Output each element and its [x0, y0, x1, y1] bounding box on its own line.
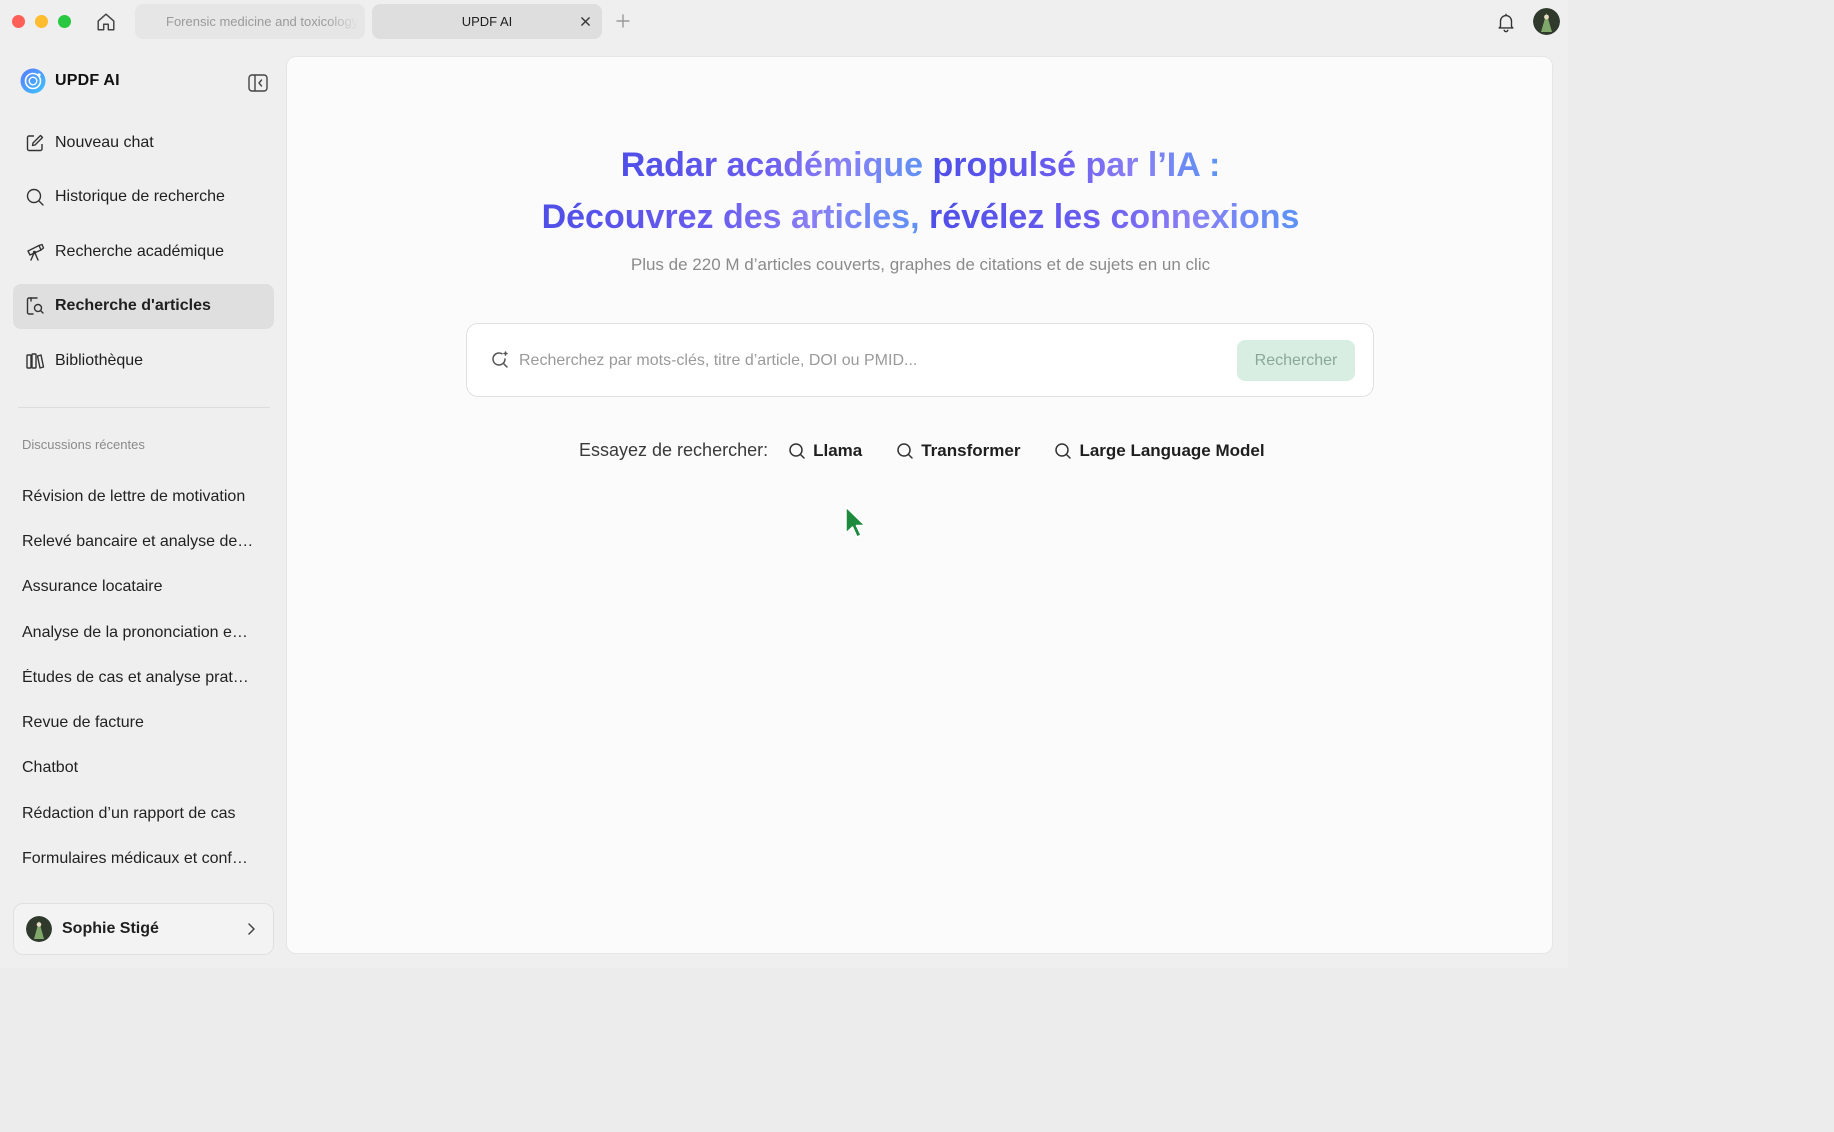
sidebar-divider — [18, 407, 270, 408]
recent-discussions-title: Discussions récentes — [22, 437, 145, 452]
home-button[interactable] — [92, 9, 120, 35]
mouse-cursor-icon — [845, 506, 866, 538]
sidebar-item-search-history[interactable]: Historique de recherche — [13, 175, 274, 220]
list-item[interactable]: Revue de facture — [22, 700, 267, 745]
page-title: Radar académique propulsé par l’IA : Déc… — [287, 139, 1554, 243]
telescope-icon — [25, 242, 45, 262]
home-icon — [97, 13, 115, 31]
suggestion-llama[interactable]: Llama — [788, 441, 862, 461]
tab-updf-ai[interactable]: UPDF AI — [372, 4, 602, 39]
suggestion-large-language-model[interactable]: Large Language Model — [1054, 441, 1265, 461]
search-button[interactable]: Rechercher — [1237, 340, 1355, 381]
maximize-window-button[interactable] — [58, 15, 71, 28]
search-sparkle-icon — [492, 351, 508, 368]
sidebar-item-label: Recherche d'articles — [55, 297, 211, 314]
sidebar-item-label: Nouveau chat — [55, 133, 154, 151]
avatar-image — [1533, 8, 1560, 35]
list-item[interactable]: Analyse de la prononciation e… — [22, 610, 267, 655]
list-item[interactable]: Révision de lettre de motivation — [22, 474, 267, 519]
tab-label: UPDF AI — [461, 14, 513, 29]
account-avatar[interactable] — [1533, 8, 1560, 35]
sidebar-item-new-chat[interactable]: Nouveau chat — [13, 120, 274, 165]
sidebar: UPDF AI Nouveau chat Historique de reche… — [0, 44, 285, 968]
sidebar-item-library[interactable]: Bibliothèque — [13, 338, 274, 383]
notifications-button[interactable] — [1494, 10, 1518, 34]
sidebar-item-article-search[interactable]: Recherche d'articles — [13, 283, 274, 329]
page-subtitle: Plus de 220 M d’articles couverts, graph… — [630, 255, 1211, 274]
search-input[interactable] — [519, 342, 1219, 380]
new-tab-button[interactable] — [614, 12, 632, 30]
library-icon — [25, 351, 45, 371]
bell-icon — [1498, 13, 1514, 33]
window-controls — [12, 15, 71, 28]
plus-icon — [616, 14, 630, 28]
title-bar: Forensic medicine and toxicology UPDF AI — [0, 0, 1568, 44]
sidebar-item-label: Recherche académique — [55, 242, 224, 260]
edit-icon — [25, 133, 45, 153]
app-window: Forensic medicine and toxicology UPDF AI — [0, 0, 1568, 968]
brand: UPDF AI — [20, 68, 120, 94]
list-item[interactable]: Études de cas et analyse prat… — [22, 655, 267, 700]
suggestion-transformer[interactable]: Transformer — [896, 441, 1020, 461]
sidebar-nav: Nouveau chat Historique de recherche Rec… — [13, 120, 274, 393]
headline-line2-a: Découvrez des articles, — [541, 198, 929, 236]
list-item[interactable]: Chatbot — [22, 746, 267, 791]
avatar — [26, 916, 52, 942]
headline-line1-b: propulsé par l’IA : — [932, 146, 1221, 184]
user-profile-button[interactable]: Sophie Stigé — [13, 903, 274, 955]
list-item[interactable]: Relevé bancaire et analyse de… — [22, 519, 267, 564]
main-panel: Radar académique propulsé par l’IA : Déc… — [286, 56, 1553, 954]
close-window-button[interactable] — [12, 15, 25, 28]
search-icon — [25, 187, 45, 207]
list-item[interactable]: Rédaction d’un rapport de cas — [22, 791, 267, 836]
recent-discussions-list: Révision de lettre de motivation Relevé … — [22, 474, 267, 882]
headline-line2-b: révélez les connexions — [929, 198, 1300, 236]
sidebar-toggle-icon — [248, 74, 268, 92]
list-item[interactable]: Formulaires médicaux et conf… — [22, 836, 267, 881]
sidebar-item-label: Historique de recherche — [55, 188, 225, 205]
search-suggestions: Essayez de rechercher: Llama Transformer… — [579, 440, 1299, 461]
search-icon — [789, 442, 805, 459]
updf-ai-logo-icon — [20, 68, 46, 94]
search-icon — [1055, 442, 1072, 459]
suggestions-label: Essayez de rechercher: — [579, 440, 769, 460]
brand-name: UPDF AI — [55, 72, 120, 89]
sidebar-item-academic-search[interactable]: Recherche académique — [13, 229, 274, 274]
user-name: Sophie Stigé — [62, 920, 159, 937]
chevron-right-icon — [243, 921, 259, 937]
minimize-window-button[interactable] — [35, 15, 48, 28]
list-item[interactable]: Assurance locataire — [22, 565, 267, 610]
search-icon — [897, 442, 913, 459]
tab-forensic[interactable]: Forensic medicine and toxicology — [135, 4, 365, 39]
sidebar-item-label: Bibliothèque — [55, 351, 144, 369]
article-search-box: Rechercher — [466, 323, 1374, 397]
close-icon — [580, 16, 590, 26]
document-search-icon — [25, 296, 45, 316]
collapse-sidebar-button[interactable] — [247, 73, 269, 93]
headline-line1-a: Radar académique — [620, 146, 933, 184]
tab-close-button[interactable] — [577, 13, 593, 29]
